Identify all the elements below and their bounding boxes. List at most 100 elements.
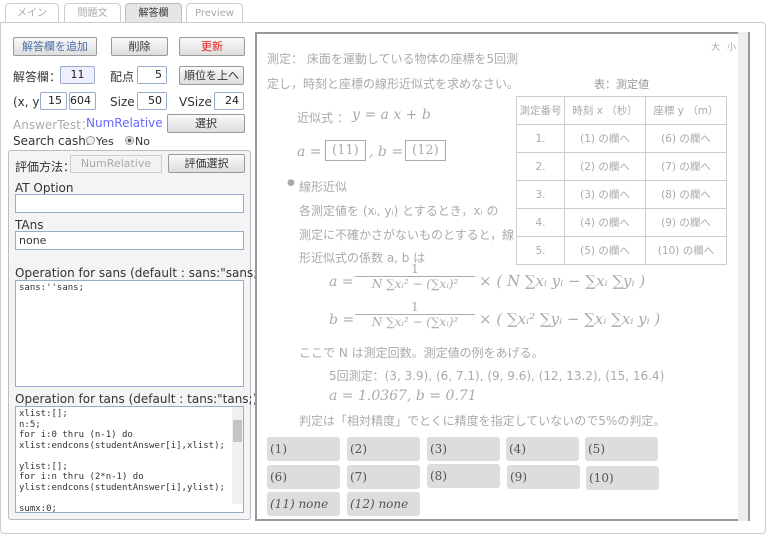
table-cell: (7) の欄へ — [645, 152, 727, 181]
select-button[interactable]: 選択 — [167, 114, 245, 133]
table-cell: (10) の欄へ — [645, 236, 727, 265]
table-cell: (5) の欄へ — [564, 236, 646, 265]
add-answer-button[interactable]: 解答欄を追加 — [13, 37, 97, 56]
formula-a-fraction: 1N ∑xᵢ² − (∑xᵢ)² — [355, 262, 475, 291]
preview-area: 大 小 測定： 床面を運動している物体の座標を5回測 定し，時刻と座標の線形近似… — [255, 32, 749, 521]
preview-scrollbar[interactable] — [738, 32, 750, 521]
answer-box-11: (11) — [325, 140, 366, 161]
answer-box-12: (12) — [405, 140, 446, 161]
example-data: 5回測定：(3, 3.9), (6, 7.1), (9, 9.6), (12, … — [329, 369, 665, 383]
answer-slot[interactable]: (9) — [507, 465, 580, 489]
table-header: 測定番号 — [516, 96, 565, 125]
table-cell: 3. — [516, 180, 565, 209]
radio-yes-label: Yes — [96, 135, 114, 148]
answer-slot[interactable]: (7) — [347, 465, 420, 489]
at-option-input[interactable] — [15, 194, 244, 213]
question-line-1: 測定： 床面を運動している物体の座標を5回測 — [267, 52, 519, 66]
bullet-icon: ● — [287, 178, 295, 188]
answer-no-label: 解答欄： — [13, 70, 62, 84]
table-cell: (2) の欄へ — [564, 152, 646, 181]
table-row: 1. (1) の欄へ (6) の欄へ — [516, 124, 727, 153]
table-row: 3. (3) の欄へ (8) の欄へ — [516, 180, 727, 209]
formula-a-lhs: a = — [329, 274, 354, 290]
tans-op-label: Operation for tans (default : tans:"tans… — [15, 392, 258, 406]
formula-b-fraction: 1N ∑xᵢ² − (∑xᵢ)² — [355, 300, 475, 329]
b-eq: , b = — [369, 144, 404, 160]
textarea-scrollbar[interactable] — [232, 407, 243, 504]
x-input[interactable]: 15 — [40, 92, 67, 110]
answer-slot[interactable]: (3) — [427, 437, 500, 461]
paragraph-line: ここで N は測定回数。測定値の例をあげる。 — [299, 346, 544, 360]
sans-op-textarea[interactable]: sans:''sans; — [15, 280, 244, 387]
answer-slot[interactable]: (1) — [267, 437, 340, 461]
table-cell: 1. — [516, 124, 565, 153]
table-cell: (9) の欄へ — [645, 208, 727, 237]
radio-no[interactable] — [125, 136, 134, 145]
measurement-table: 表：測定値 測定番号 時刻 x （秒） 座標 y （m） 1. (1) の欄へ (6) … — [516, 76, 727, 265]
table-row: 4. (4) の欄へ (9) の欄へ — [516, 208, 727, 237]
points-input[interactable]: 5 — [137, 66, 167, 84]
move-up-button[interactable]: 順位を上へ — [179, 66, 244, 85]
size-large-link[interactable]: 大 — [711, 40, 720, 53]
answer-slot[interactable]: (4) — [506, 437, 579, 461]
answer-slot[interactable]: (8) — [427, 464, 500, 488]
table-row: 5. (5) の欄へ (10) の欄へ — [516, 236, 727, 265]
answer-slot[interactable]: (11) none — [267, 492, 340, 516]
fraction-numerator: 1 — [411, 300, 419, 314]
method-label: 評価方法： — [15, 160, 76, 174]
table-caption: 表：測定値 — [594, 78, 649, 91]
table-cell: (4) の欄へ — [564, 208, 646, 237]
approx-label: 近似式 ： — [297, 111, 349, 125]
y-input[interactable]: 604 — [69, 92, 96, 110]
radio-yes[interactable] — [86, 136, 95, 145]
tans-label: TAns — [15, 218, 44, 232]
answer-slot[interactable]: (2) — [347, 437, 420, 461]
size-input[interactable]: 50 — [137, 92, 167, 110]
table-cell: 4. — [516, 208, 565, 237]
fraction-denominator: N ∑xᵢ² − (∑xᵢ)² — [355, 314, 475, 329]
table-cell: (6) の欄へ — [645, 124, 727, 153]
table-cell: (8) の欄へ — [645, 180, 727, 209]
question-line-2: 定し，時刻と座標の線形近似式を求めなさい。 — [267, 77, 520, 91]
size-label: Size — [110, 95, 135, 109]
tab-problem[interactable]: 問題文 — [64, 3, 121, 23]
tans-input[interactable]: none — [15, 231, 244, 250]
delete-button[interactable]: 削除 — [111, 37, 168, 56]
answertest-label: AnswerTest： — [13, 118, 93, 132]
vsize-label: VSize — [179, 95, 212, 109]
a-eq: a = — [297, 144, 322, 160]
approx-equation: y = a x + b — [352, 107, 431, 123]
update-button[interactable]: 更新 — [179, 37, 245, 56]
tans-op-textarea[interactable]: xlist:[]; n:5; for i:0 thru (n-1) do xli… — [15, 406, 244, 513]
tab-main[interactable]: メイン — [5, 3, 59, 23]
paragraph-line: 各測定値を (xᵢ, yᵢ) とするとき，xᵢ の — [299, 204, 499, 218]
method-field: NumRelative — [70, 155, 162, 173]
example-result: a = 1.0367, b = 0.71 — [329, 388, 477, 404]
size-small-link[interactable]: 小 — [727, 40, 736, 53]
table-header: 時刻 x （秒） — [564, 96, 646, 125]
at-option-label: AT Option — [15, 181, 74, 195]
table-cell: 5. — [516, 236, 565, 265]
answer-no-field: 11 — [60, 66, 95, 84]
answer-slot[interactable]: (10) — [586, 466, 659, 490]
table-row: 2. (2) の欄へ (7) の欄へ — [516, 152, 727, 181]
formula-a-rhs: × ( N ∑xᵢ yᵢ − ∑xᵢ ∑yᵢ ) — [479, 272, 646, 290]
answer-slot[interactable]: (5) — [585, 437, 658, 461]
formula-b-rhs: × ( ∑xᵢ² ∑yᵢ − ∑xᵢ ∑xᵢ yᵢ ) — [479, 310, 661, 328]
points-label: 配点 — [110, 70, 135, 84]
tab-answer[interactable]: 解答欄 — [125, 3, 182, 23]
answer-slot[interactable]: (12) none — [347, 492, 420, 516]
table-header-row: 測定番号 時刻 x （秒） 座標 y （m） — [516, 96, 727, 125]
radio-no-label: No — [135, 135, 150, 148]
answertest-value: NumRelative — [86, 116, 163, 130]
paragraph-line: 測定に不確かさがないものとすると，線 — [299, 228, 515, 242]
bullet-heading: 線形近似 — [299, 180, 348, 194]
formula-b-lhs: b = — [329, 312, 355, 328]
vsize-input[interactable]: 24 — [214, 92, 244, 110]
answer-slot[interactable]: (6) — [267, 465, 340, 489]
fraction-numerator: 1 — [411, 262, 419, 276]
method-select-button[interactable]: 評価選択 — [168, 154, 245, 173]
search-cash-label: Search cash: — [13, 134, 90, 148]
tab-preview[interactable]: Preview — [186, 3, 243, 23]
table-cell: (1) の欄へ — [564, 124, 646, 153]
